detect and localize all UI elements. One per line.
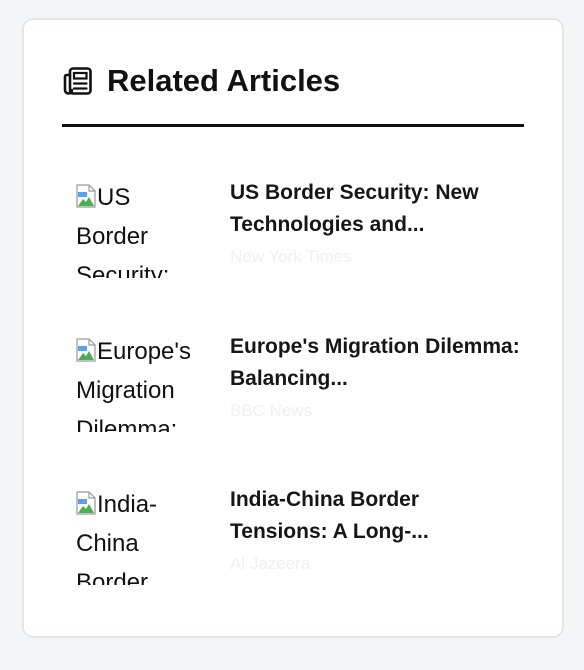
- article-title[interactable]: India-China Border Tensions: A Long-...: [230, 484, 520, 548]
- article-thumbnail[interactable]: US Border Security:: [76, 178, 208, 278]
- section-title: Related Articles: [107, 63, 341, 98]
- article-title[interactable]: US Border Security: New Technologies and…: [230, 177, 520, 241]
- broken-image-icon: [76, 338, 96, 362]
- article-title[interactable]: Europe's Migration Dilemma: Balancing...: [230, 331, 520, 395]
- newspaper-icon: [63, 67, 92, 95]
- article-thumbnail[interactable]: India-China Border: [76, 485, 208, 585]
- related-articles-header: Related Articles: [62, 62, 524, 127]
- article-source: New York Times: [230, 247, 352, 266]
- article-thumbnail[interactable]: Europe's Migration Dilemma:: [76, 332, 208, 432]
- related-articles-card: Related Articles US Border Security: US …: [22, 18, 564, 638]
- article-source: BBC News: [230, 401, 313, 420]
- article-info: India-China Border Tensions: A Long-... …: [230, 484, 520, 575]
- broken-image-icon: [76, 491, 96, 515]
- article-item[interactable]: Europe's Migration Dilemma: Europe's Mig…: [76, 332, 526, 432]
- article-source: Al Jazeera: [230, 554, 311, 573]
- article-info: Europe's Migration Dilemma: Balancing...…: [230, 331, 520, 422]
- broken-image-icon: [76, 184, 96, 208]
- article-item[interactable]: India-China Border India-China Border Te…: [76, 485, 526, 585]
- article-item[interactable]: US Border Security: US Border Security: …: [76, 178, 526, 278]
- article-info: US Border Security: New Technologies and…: [230, 177, 520, 268]
